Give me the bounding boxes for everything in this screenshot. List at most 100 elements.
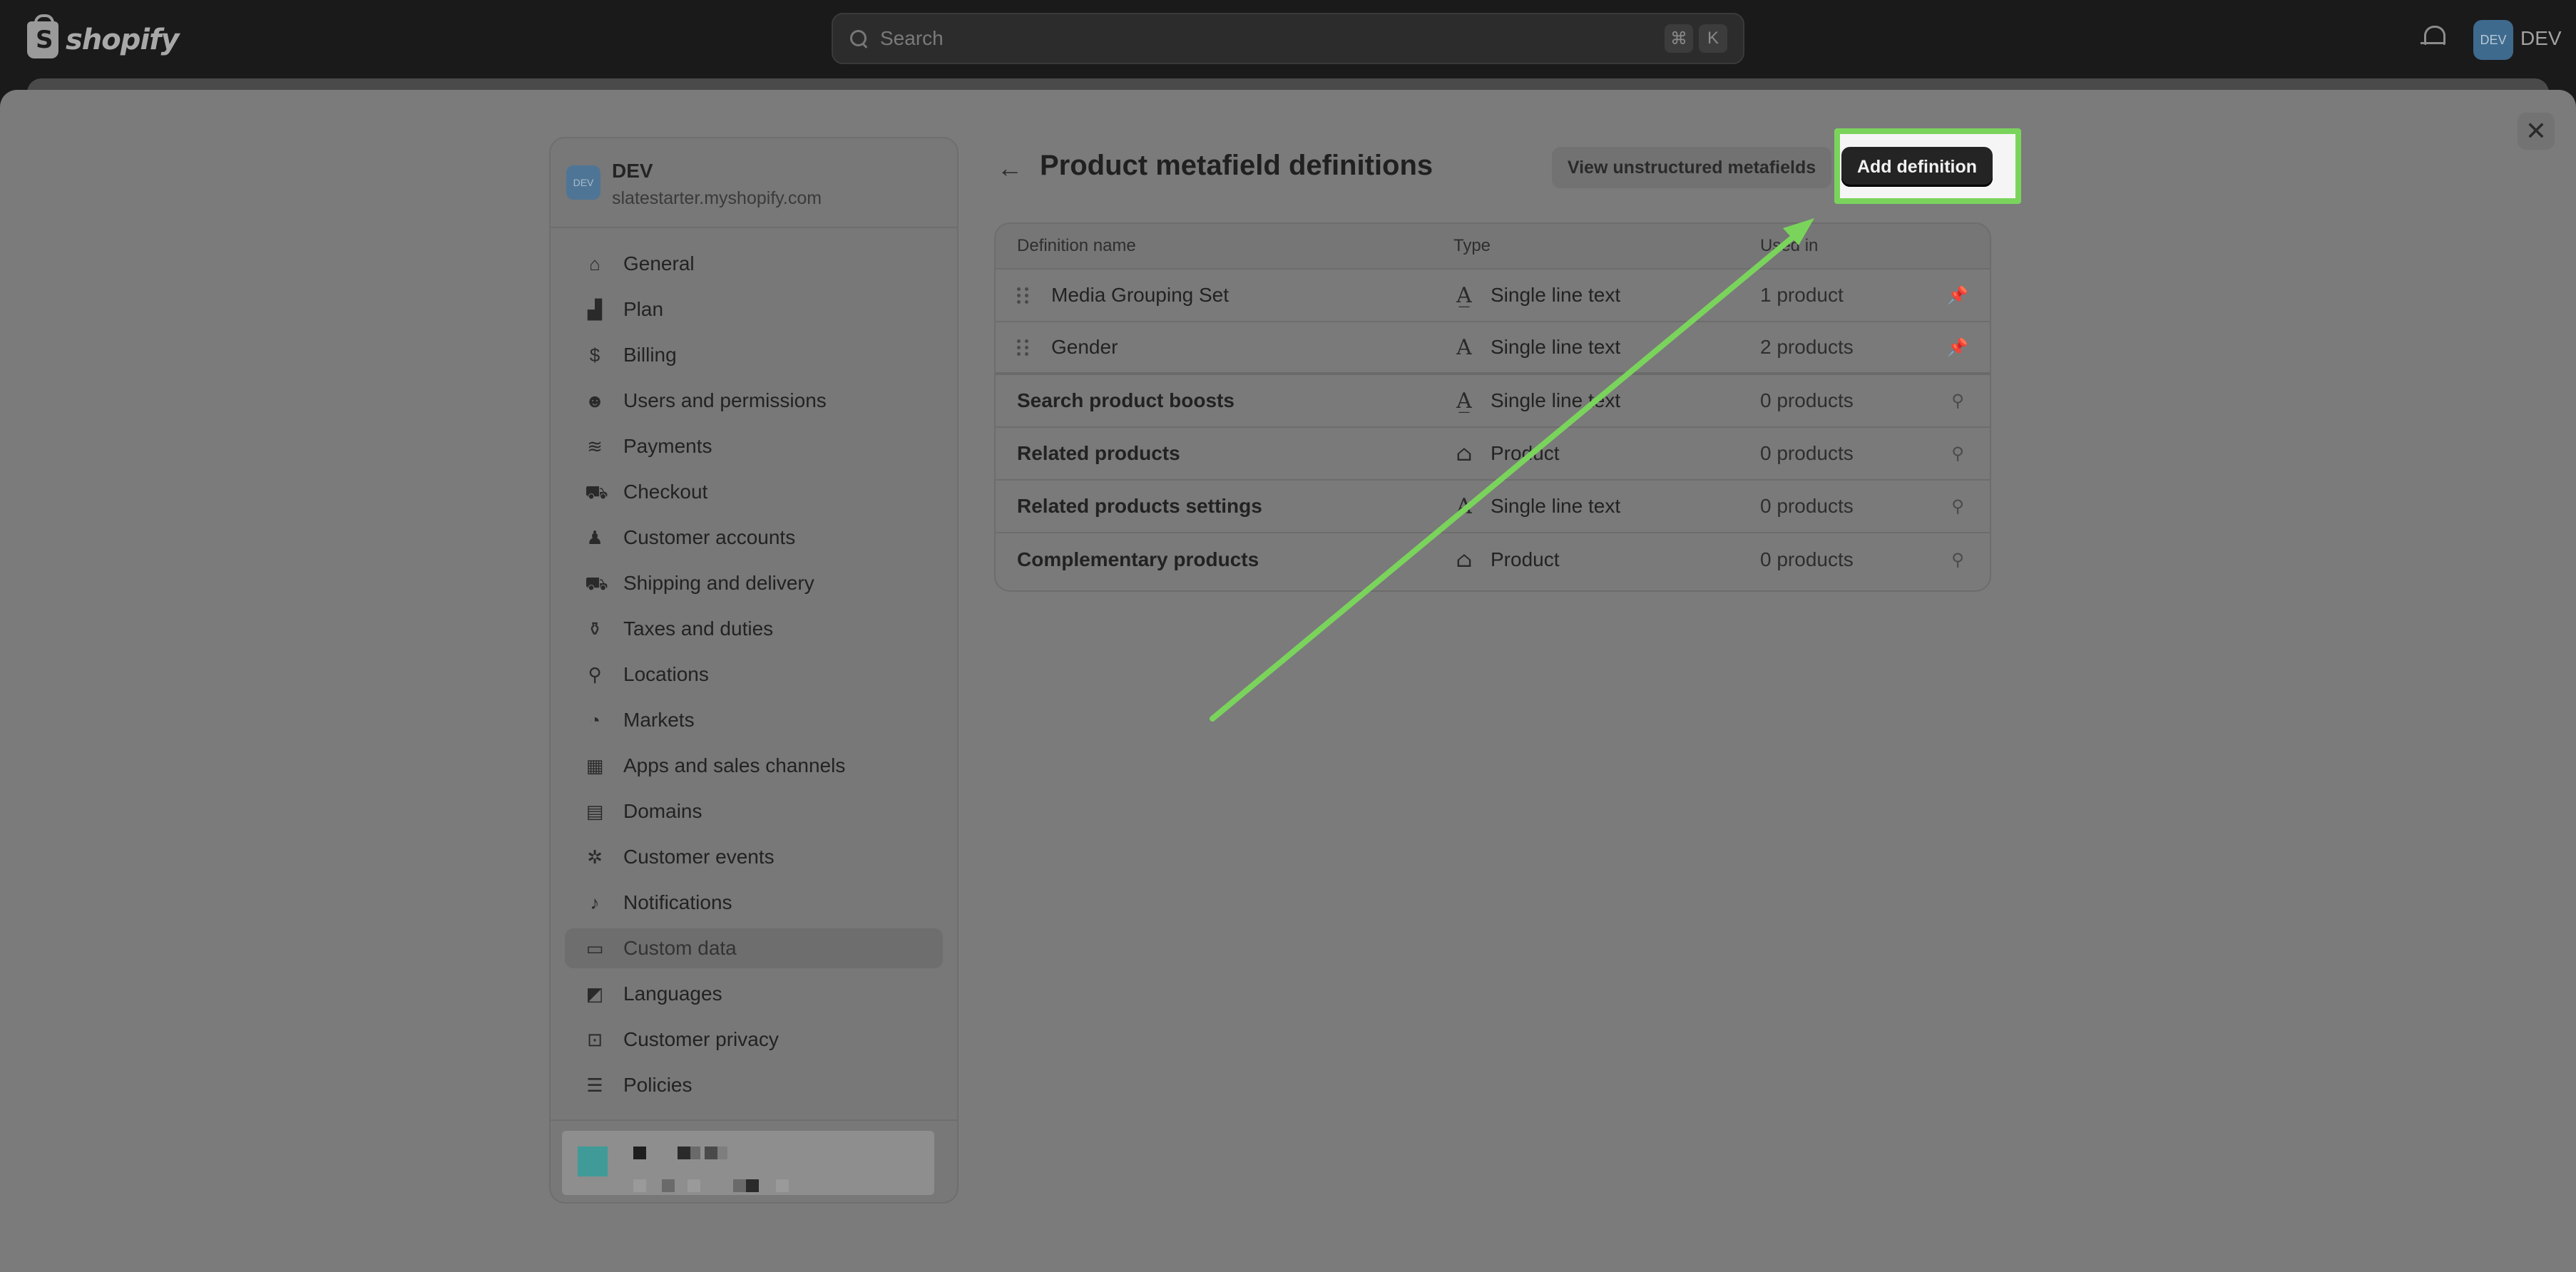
shortcut-cmd-key: ⌘ xyxy=(1665,24,1693,53)
sidebar-item-customer-privacy[interactable]: ⊡ Customer privacy xyxy=(565,1020,943,1060)
table-row[interactable]: Complementary products ⌂ Product 0 products… xyxy=(996,533,1990,586)
promo-thumbnail xyxy=(578,1147,608,1176)
sidebar-item-apps-and-sales-channels[interactable]: ▦ Apps and sales channels xyxy=(565,746,943,786)
definition-name: Gender xyxy=(1051,336,1118,358)
add-definition-button[interactable]: Add definition xyxy=(1841,147,1993,187)
pin-filled-icon: 📌 xyxy=(1947,337,1968,357)
view-unstructured-metafields-button[interactable]: View unstructured metafields xyxy=(1552,147,1831,188)
drag-handle-icon[interactable] xyxy=(1017,285,1030,305)
table-row[interactable]: Related products ⌂ Product 0 products ⚲ xyxy=(996,428,1990,481)
sidebar-item-label: Custom data xyxy=(623,937,737,959)
sidebar-item-general[interactable]: ⌂ General xyxy=(565,244,943,284)
policies-icon: ☰ xyxy=(586,1074,603,1096)
type-label: Single line text xyxy=(1491,336,1621,358)
shopify-logo[interactable]: shopify xyxy=(27,14,180,61)
cell-definition-name: Complementary products xyxy=(996,548,1452,571)
table-row[interactable]: Gender A Single line text 2 products 📌 xyxy=(996,322,1990,375)
close-icon: ✕ xyxy=(2525,116,2547,145)
definition-name: Search product boosts xyxy=(1017,389,1235,411)
close-button[interactable]: ✕ xyxy=(2518,113,2555,150)
unpin-button[interactable]: 📌 xyxy=(1926,337,1990,358)
pin-button[interactable]: ⚲ xyxy=(1926,496,1990,517)
sidebar-item-users-and-permissions[interactable]: ☻ Users and permissions xyxy=(565,381,943,421)
sidebar-item-custom-data[interactable]: ▭ Custom data xyxy=(565,928,943,968)
table-row[interactable]: Media Grouping Set A̲ Single line text 1 pr… xyxy=(996,270,1990,322)
pin-outline-icon: ⚲ xyxy=(1951,443,1964,463)
redacted-block xyxy=(662,1179,675,1192)
redacted-promo-card[interactable] xyxy=(562,1131,934,1195)
cell-type: ⌂ Product xyxy=(1452,548,1760,573)
pin-outline-icon: ⚲ xyxy=(1951,550,1964,570)
cell-type: A Single line text xyxy=(1452,494,1760,519)
settings-nav: ⌂ General ▟ Plan $ Billing ☻ Users and permissi… xyxy=(565,244,943,1111)
text-icon: A xyxy=(1456,334,1472,360)
table-row[interactable]: Related products settings A Single line te… xyxy=(996,481,1990,533)
table-row[interactable]: Search product boosts A̲ Single line text 0… xyxy=(996,375,1990,428)
column-header-name: Definition name xyxy=(1017,236,1136,255)
sidebar-item-label: Shipping and delivery xyxy=(623,572,814,594)
definition-name: Complementary products xyxy=(1017,548,1259,570)
store-header[interactable]: DEV DEV slatestarter.myshopify.com xyxy=(551,138,957,228)
column-header-type: Type xyxy=(1453,236,1491,255)
sidebar-item-label: Billing xyxy=(623,344,677,366)
languages-icon: ◩ xyxy=(586,983,604,1005)
sidebar-item-notifications[interactable]: ♪ Notifications xyxy=(565,883,943,923)
sidebar-item-domains[interactable]: ▤ Domains xyxy=(565,791,943,831)
custom-data-icon: ▭ xyxy=(586,938,604,959)
redacted-block xyxy=(776,1179,789,1192)
definitions-table: Definition name Type Used in Media Group… xyxy=(994,222,1991,592)
text-list-icon: A̲ xyxy=(1456,388,1472,414)
sidebar-item-languages[interactable]: ◩ Languages xyxy=(565,974,943,1014)
cell-definition-name: Search product boosts xyxy=(996,389,1452,412)
sidebar-item-label: Domains xyxy=(623,800,702,822)
account-avatar[interactable]: DEV xyxy=(2473,20,2513,60)
notifications-bell-icon[interactable] xyxy=(2421,23,2445,51)
cell-type: A̲ Single line text xyxy=(1452,389,1760,414)
sidebar-item-policies[interactable]: ☰ Policies xyxy=(565,1065,943,1105)
definition-name: Related products settings xyxy=(1017,495,1262,517)
sidebar-item-shipping-and-delivery[interactable]: ⛟ Shipping and delivery xyxy=(565,563,943,603)
pin-button[interactable]: ⚲ xyxy=(1926,443,1990,464)
account-label[interactable]: DEV xyxy=(2520,27,2562,50)
sidebar-item-label: Taxes and duties xyxy=(623,617,774,640)
product-tag-icon: ⌂ xyxy=(1456,547,1473,573)
sidebar-item-customer-accounts[interactable]: ♟ Customer accounts xyxy=(565,518,943,558)
pin-outline-icon: ⚲ xyxy=(1951,391,1964,411)
definition-name: Media Grouping Set xyxy=(1051,284,1230,306)
pin-button[interactable]: ⚲ xyxy=(1926,391,1990,411)
sidebar-item-label: Users and permissions xyxy=(623,389,827,411)
sidebar-item-taxes-and-duties[interactable]: ⚱ Taxes and duties xyxy=(565,609,943,649)
sidebar-item-billing[interactable]: $ Billing xyxy=(565,335,943,375)
column-header-used-in: Used in xyxy=(1760,236,1819,255)
sidebar-item-label: Customer privacy xyxy=(623,1028,779,1050)
sidebar-item-label: Notifications xyxy=(623,891,732,913)
type-label: Product xyxy=(1491,442,1560,464)
definition-name: Related products xyxy=(1017,442,1180,464)
sidebar-item-label: Languages xyxy=(623,983,722,1005)
type-label: Product xyxy=(1491,548,1560,570)
product-tag-icon: ⌂ xyxy=(1456,441,1473,466)
back-arrow-icon[interactable]: ← xyxy=(997,154,1027,183)
table-body: Media Grouping Set A̲ Single line text 1 pr… xyxy=(996,270,1990,586)
sidebar-item-label: Policies xyxy=(623,1074,692,1096)
pin-button[interactable]: ⚲ xyxy=(1926,550,1990,570)
sidebar-item-payments[interactable]: ≋ Payments xyxy=(565,426,943,466)
cell-type: ⌂ Product xyxy=(1452,441,1760,466)
apps-icon: ▦ xyxy=(586,755,604,776)
sidebar-item-checkout[interactable]: ⛟ Checkout xyxy=(565,472,943,512)
sidebar-item-locations[interactable]: ⚲ Locations xyxy=(565,655,943,694)
location-icon: ⚲ xyxy=(588,664,602,685)
sidebar-item-plan[interactable]: ▟ Plan xyxy=(565,289,943,329)
taxes-icon: ⚱ xyxy=(587,618,603,640)
pin-filled-icon: 📌 xyxy=(1947,285,1968,305)
sidebar-item-markets[interactable]: ◔ Markets xyxy=(565,700,943,740)
sidebar-item-label: General xyxy=(623,252,695,275)
pin-outline-icon: ⚲ xyxy=(1951,496,1964,516)
plan-icon: ▟ xyxy=(588,299,602,320)
unpin-button[interactable]: 📌 xyxy=(1926,285,1990,306)
cell-type: A Single line text xyxy=(1452,335,1760,360)
sidebar-item-customer-events[interactable]: ✲ Customer events xyxy=(565,837,943,877)
search-input[interactable]: Search ⌘ K xyxy=(832,13,1744,64)
cell-type: A̲ Single line text xyxy=(1452,283,1760,308)
drag-handle-icon[interactable] xyxy=(1017,337,1030,357)
